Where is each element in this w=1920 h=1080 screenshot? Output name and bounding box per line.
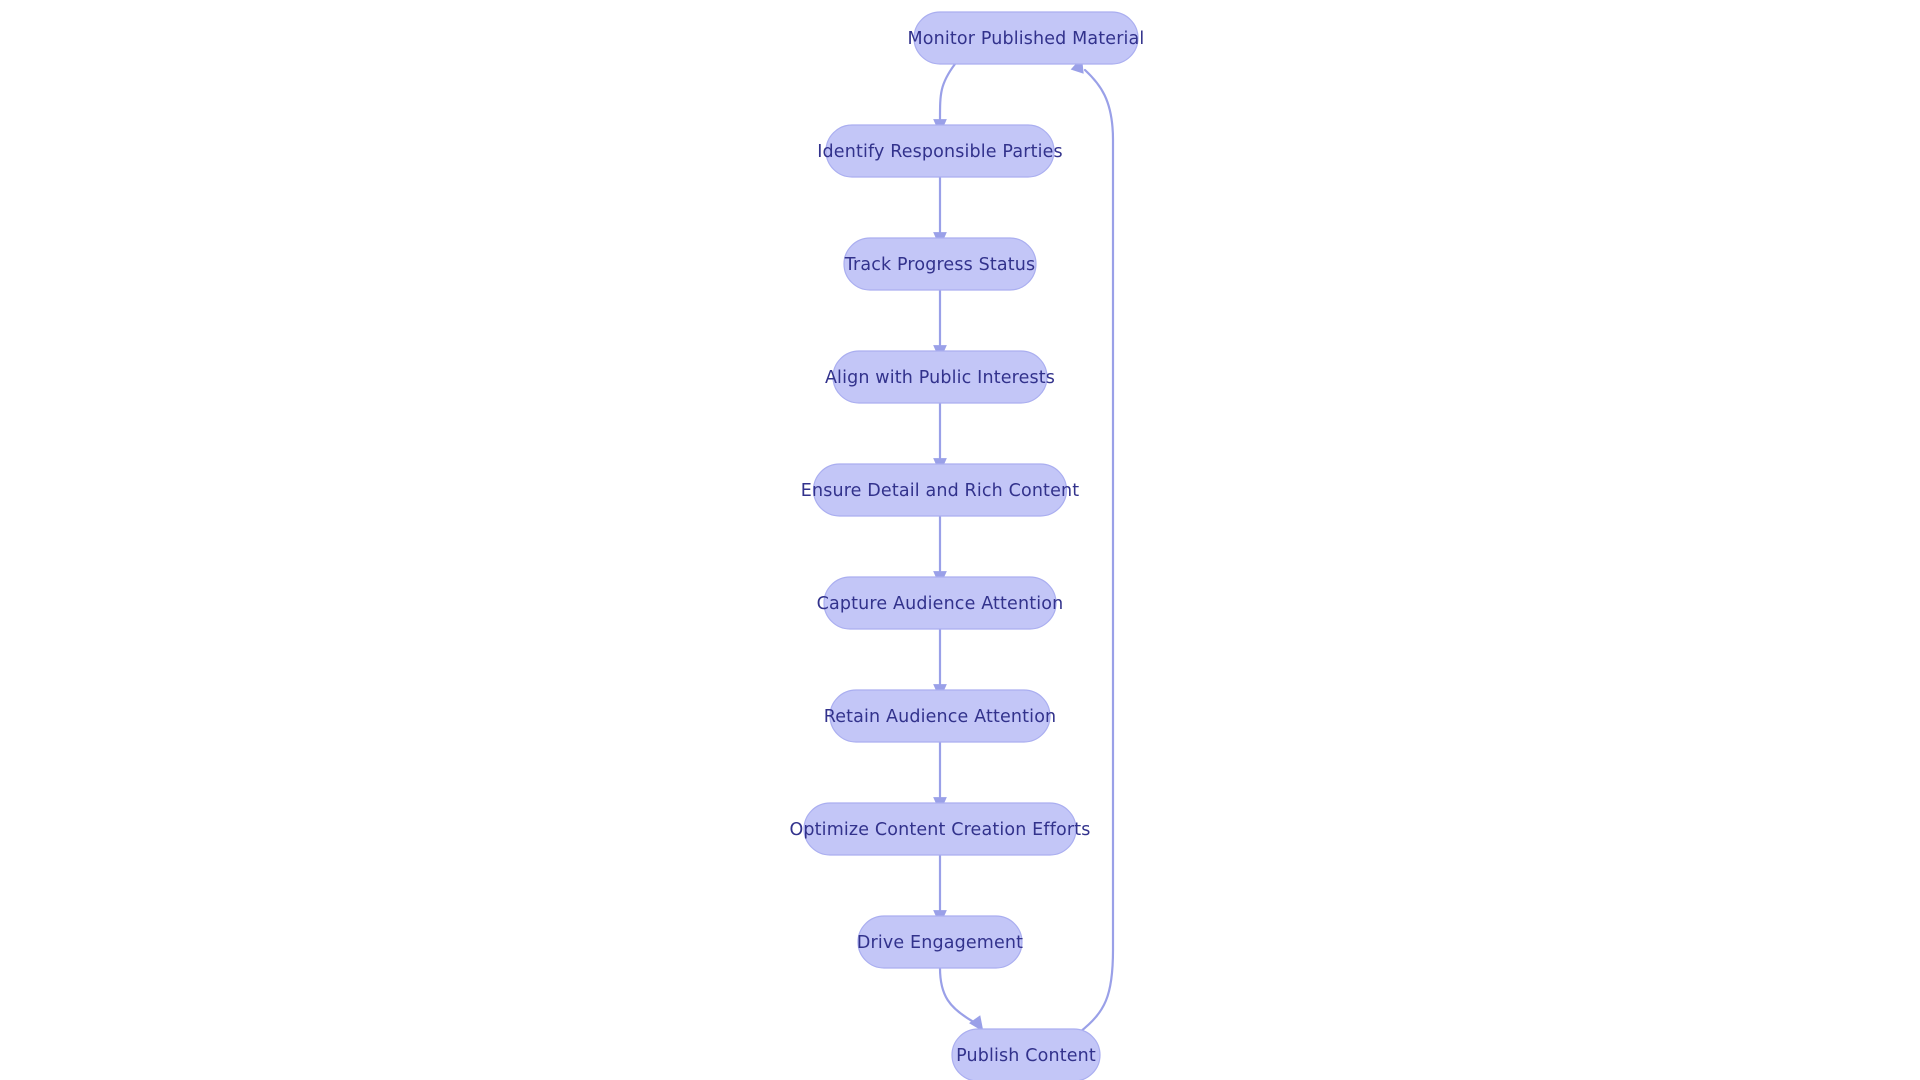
flow-edge <box>933 627 947 700</box>
node-label: Track Progress Status <box>844 255 1036 275</box>
node-label: Drive Engagement <box>857 933 1023 953</box>
node-label: Ensure Detail and Rich Content <box>801 481 1080 501</box>
node-label: Align with Public Interests <box>825 368 1055 388</box>
flow-node-align-with-public-interests[interactable]: Align with Public Interests <box>825 350 1055 404</box>
flow-edge <box>933 740 947 813</box>
flow-node-drive-engagement[interactable]: Drive Engagement <box>857 915 1023 969</box>
flow-node-capture-audience-attention[interactable]: Capture Audience Attention <box>817 576 1064 630</box>
flow-node-track-progress-status[interactable]: Track Progress Status <box>843 237 1037 291</box>
flow-node-optimize-content-creation-efforts[interactable]: Optimize Content Creation Efforts <box>789 802 1090 856</box>
flow-edge <box>938 966 984 1032</box>
edge-line <box>938 966 974 1023</box>
node-label: Capture Audience Attention <box>817 594 1064 614</box>
flow-node-ensure-detail-and-rich-content[interactable]: Ensure Detail and Rich Content <box>801 463 1080 517</box>
flow-edge <box>933 853 947 926</box>
flow-edge <box>1070 56 1115 1034</box>
flow-node-retain-audience-attention[interactable]: Retain Audience Attention <box>824 689 1057 743</box>
flowchart-canvas: Monitor Published Material Identify Respo… <box>0 0 1920 1080</box>
node-label: Retain Audience Attention <box>824 707 1057 727</box>
flow-node-monitor-published-material[interactable]: Monitor Published Material <box>908 11 1145 65</box>
flow-node-identify-responsible-parties[interactable]: Identify Responsible Parties <box>817 124 1063 178</box>
flow-edge <box>933 514 947 587</box>
node-label: Monitor Published Material <box>908 29 1145 49</box>
node-label: Optimize Content Creation Efforts <box>789 820 1090 840</box>
edges-layer <box>933 56 1115 1034</box>
flow-node-publish-content[interactable]: Publish Content <box>951 1028 1101 1080</box>
flow-edge <box>933 288 947 361</box>
edge-line <box>938 62 957 121</box>
edge-line <box>1078 68 1115 1034</box>
node-label: Publish Content <box>956 1046 1096 1066</box>
flow-edge <box>933 175 947 248</box>
flow-edge <box>933 401 947 474</box>
node-label: Identify Responsible Parties <box>817 142 1063 162</box>
flow-edge <box>933 62 957 135</box>
nodes-layer: Monitor Published Material Identify Respo… <box>789 11 1145 1080</box>
flowchart-svg: Monitor Published Material Identify Respo… <box>789 11 1145 1080</box>
